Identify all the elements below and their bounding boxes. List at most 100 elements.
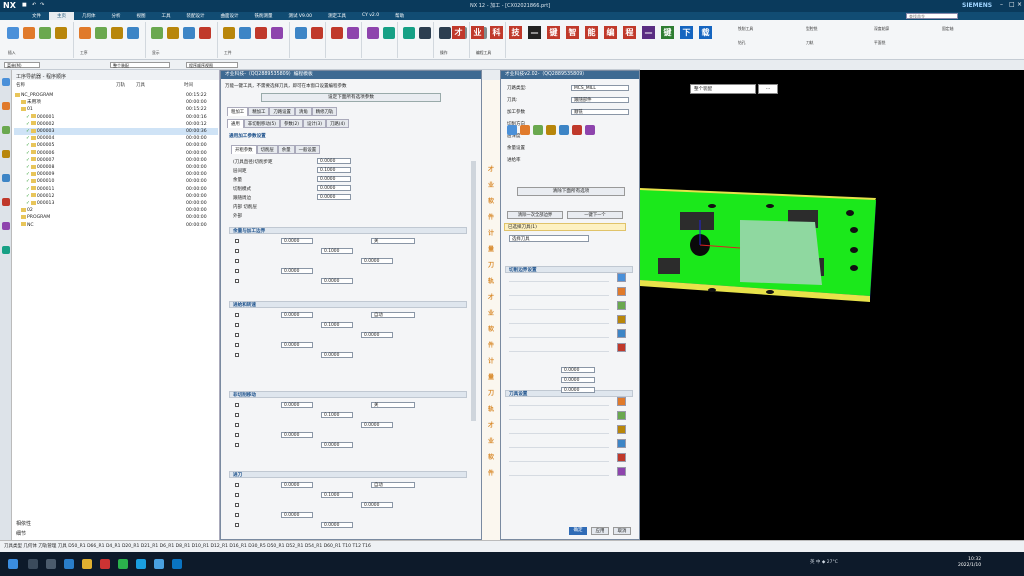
tab-main-4[interactable]: 精修刀轨	[311, 107, 338, 116]
tool-field-1[interactable]: 0.0000	[561, 377, 595, 383]
search-icon[interactable]	[28, 559, 38, 569]
ribbon-tool-icon[interactable]	[239, 27, 251, 39]
details-panel[interactable]: 细节	[16, 530, 26, 537]
section-bar-1[interactable]	[229, 301, 467, 308]
option-checkbox[interactable]	[235, 333, 239, 337]
minimize-icon[interactable]: –	[1000, 1, 1003, 8]
ribbon-tool-icon[interactable]	[79, 27, 91, 39]
tree-row[interactable]: ✓ 000001 00:00:16	[14, 114, 218, 121]
option-field[interactable]: 0.0000	[321, 522, 353, 528]
ribbon-tool-icon[interactable]	[223, 27, 235, 39]
tool-combo3[interactable]: 顺铣	[571, 109, 629, 115]
tree-row[interactable]: ✓ 000011 00:00:00	[14, 186, 218, 193]
option-checkbox[interactable]	[235, 269, 239, 273]
ribbon-tool-icon[interactable]	[271, 27, 283, 39]
tool-section-sec2[interactable]: 刀具设置	[509, 391, 527, 397]
option-combo[interactable]: 关	[371, 238, 415, 244]
tab-sub-4[interactable]: 刀路(4)	[326, 119, 350, 128]
undo-icon[interactable]: ↶	[32, 2, 36, 8]
option-icon[interactable]	[617, 397, 626, 406]
param-field-1[interactable]: 0.1000	[317, 167, 351, 173]
history-icon[interactable]	[2, 126, 10, 134]
ribbon-tool-icon[interactable]	[111, 27, 123, 39]
ribbon-tool-icon[interactable]	[167, 27, 179, 39]
option-field[interactable]: 0.1000	[321, 412, 353, 418]
ribbon-tool-icon[interactable]	[347, 27, 359, 39]
option-checkbox[interactable]	[235, 503, 239, 507]
option-field[interactable]: 0.1000	[321, 248, 353, 254]
menu-item-2[interactable]: 几何体	[74, 12, 104, 20]
option-checkbox[interactable]	[235, 483, 239, 487]
option-field[interactable]: 0.0000	[281, 268, 313, 274]
navigator-icon[interactable]	[2, 78, 10, 86]
menu-item-6[interactable]: 装配设计	[179, 12, 213, 20]
option-field[interactable]: 0.0000	[281, 512, 313, 518]
option-field[interactable]: 0.0000	[361, 422, 393, 428]
tab-param-0[interactable]: 开粗参数	[231, 145, 257, 154]
column-header-0[interactable]: 名称	[16, 82, 25, 88]
option-icon[interactable]	[617, 439, 626, 448]
ribbon-tool-icon[interactable]	[255, 27, 267, 39]
menu-item-10[interactable]: 测定工具	[320, 12, 354, 20]
tree-row[interactable]: NC_PROGRAM 00:15:22	[14, 92, 218, 99]
ok-button[interactable]: 确定	[569, 527, 587, 535]
save-icon[interactable]: ■	[22, 2, 27, 8]
column-header-1[interactable]: 刀轨	[116, 82, 125, 88]
tree-row[interactable]: ✓ 000009 00:00:00	[14, 171, 218, 178]
ribbon-tool-icon[interactable]	[383, 27, 395, 39]
qq-icon[interactable]	[136, 559, 146, 569]
tab-param-3[interactable]: 一般设置	[294, 145, 321, 154]
option-field[interactable]: 0.0000	[281, 482, 313, 488]
section-sec2[interactable]: 余量与加工边界	[233, 228, 265, 234]
ribbon-tool-icon[interactable]	[311, 27, 323, 39]
ribbon-right-label-6[interactable]: 平面铣	[874, 40, 885, 46]
tab-sub-3[interactable]: 设计(3)	[303, 119, 327, 128]
tab-main-1[interactable]: 精加工	[248, 107, 270, 116]
option-checkbox[interactable]	[235, 239, 239, 243]
tab-sub-2[interactable]: 参数(2)	[279, 119, 303, 128]
tree-row[interactable]: ✓ 000005 00:00:00	[14, 142, 218, 149]
option-icon[interactable]	[617, 273, 626, 282]
tab-main-3[interactable]: 清角	[294, 107, 312, 116]
option-icon[interactable]	[617, 343, 626, 352]
tool-icon[interactable]	[585, 125, 595, 135]
tree-row[interactable]: 未用项 00:00:00	[14, 99, 218, 106]
ribbon-tool-icon[interactable]	[403, 27, 415, 39]
option-checkbox[interactable]	[235, 313, 239, 317]
nx-icon[interactable]	[172, 559, 182, 569]
tab-sub-1[interactable]: 非切削移动(5)	[243, 119, 280, 128]
ribbon-tool-icon[interactable]	[55, 27, 67, 39]
redo-icon[interactable]: ↷	[40, 2, 44, 8]
option-field[interactable]: 0.0000	[281, 312, 313, 318]
option-checkbox[interactable]	[235, 403, 239, 407]
tool-combo1[interactable]: MCS_MILL	[571, 85, 629, 91]
option-icon[interactable]	[617, 453, 626, 462]
tools-icon[interactable]	[2, 102, 10, 110]
apply-button[interactable]: 应用	[591, 527, 609, 535]
section-sec5[interactable]: 进刀	[233, 472, 242, 478]
option-checkbox[interactable]	[235, 353, 239, 357]
tab-param-2[interactable]: 余量	[277, 145, 295, 154]
param-field-4[interactable]: 0.0000	[317, 194, 351, 200]
option-checkbox[interactable]	[235, 259, 239, 263]
brand-tile-13[interactable]: 载	[699, 26, 712, 39]
menu-item-1[interactable]: 主页	[49, 12, 74, 20]
tree-row[interactable]: ✓ 000006 00:00:00	[14, 150, 218, 157]
task-view-icon[interactable]	[46, 559, 56, 569]
option-icon[interactable]	[617, 329, 626, 338]
menu-item-11[interactable]: CY v2.0	[354, 12, 387, 20]
wechat-icon[interactable]	[118, 559, 128, 569]
tab-main-2[interactable]: 刀路设置	[269, 107, 295, 116]
option-icon[interactable]	[617, 301, 626, 310]
brand-tile-3[interactable]: 技	[509, 26, 522, 39]
tool-field-0[interactable]: 0.0000	[561, 367, 595, 373]
dependencies-panel[interactable]: 相依性	[16, 520, 31, 527]
brand-tile-10[interactable]: —	[642, 26, 655, 39]
navigator-view-combo[interactable]: 程序顺序视图	[186, 62, 238, 68]
tool-icon[interactable]	[559, 125, 569, 135]
option-checkbox[interactable]	[235, 443, 239, 447]
clock[interactable]: 10:32 2022/1/10	[958, 557, 981, 569]
menu-item-5[interactable]: 工具	[154, 12, 179, 20]
menu-item-9[interactable]: 测试 V9.00	[281, 12, 321, 20]
ribbon-tool-icon[interactable]	[95, 27, 107, 39]
